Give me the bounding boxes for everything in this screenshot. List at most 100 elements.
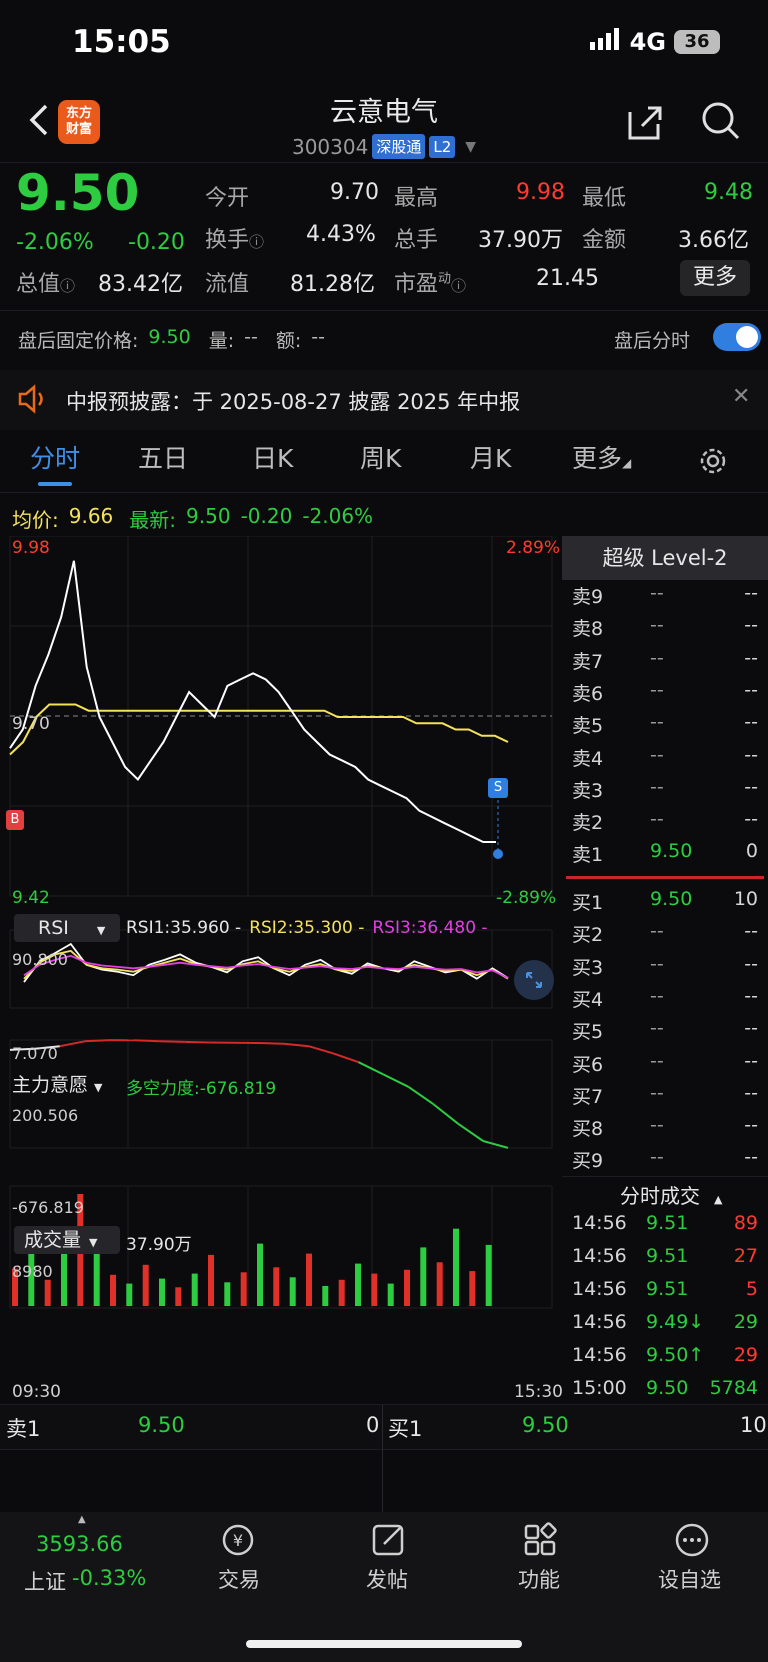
ask-row[interactable]: 卖3 -- --: [570, 776, 768, 808]
trade-price: 9.51: [646, 1278, 689, 1300]
ask-row[interactable]: 卖9 -- --: [570, 582, 768, 614]
trades-title[interactable]: 分时成交 ▲: [620, 1180, 722, 1209]
nav-watchlist[interactable]: 设自选: [658, 1564, 721, 1594]
bid-row[interactable]: 买2 -- --: [570, 920, 768, 952]
open-value: 9.70: [330, 180, 379, 205]
bid-row[interactable]: 买9 -- --: [570, 1146, 768, 1178]
share-button[interactable]: [624, 102, 666, 148]
ask-row[interactable]: 卖2 -- --: [570, 808, 768, 840]
trade-time: 14:56: [572, 1344, 627, 1366]
avg-label: 均价:: [12, 508, 59, 532]
post-icon[interactable]: [370, 1522, 410, 1558]
ask-row[interactable]: 卖5 -- --: [570, 711, 768, 743]
ask-row[interactable]: 卖8 -- --: [570, 614, 768, 646]
more-button[interactable]: 更多: [680, 260, 750, 296]
open-label: 今开: [205, 186, 250, 211]
bid-row[interactable]: 买1 9.50 10: [570, 888, 768, 920]
mainforce-segment: [482, 1140, 509, 1149]
bid-volume: --: [744, 920, 758, 943]
mainforce-selector[interactable]: 主力意愿 ▼: [12, 1070, 102, 1097]
volume-bar: [110, 1274, 116, 1306]
sell-marker[interactable]: S: [488, 778, 508, 798]
volume-bar: [273, 1267, 280, 1306]
tab-intraday[interactable]: 分时: [30, 436, 80, 482]
bid-row[interactable]: 买8 -- --: [570, 1114, 768, 1146]
trade-price: 9.50: [646, 1377, 689, 1399]
tab-monthly-k[interactable]: 月K: [470, 436, 511, 482]
tab-weekly-k[interactable]: 周K: [360, 436, 401, 482]
index-value[interactable]: 3593.66: [36, 1532, 123, 1556]
bid-label: 买4: [572, 988, 604, 1011]
stock-code: 300304: [291, 134, 369, 159]
nav-post[interactable]: 发帖: [366, 1564, 408, 1594]
expand-button[interactable]: [514, 960, 554, 1000]
bid-row[interactable]: 买6 -- --: [570, 1050, 768, 1082]
settings-button[interactable]: [698, 446, 728, 480]
bid-row[interactable]: 买4 -- --: [570, 985, 768, 1017]
volume-bar: [387, 1283, 394, 1306]
volume-bar: [404, 1269, 410, 1306]
bid-label: 买5: [572, 1021, 604, 1044]
amount-label: 金额: [582, 228, 627, 253]
after-hours-toggle[interactable]: [713, 323, 761, 351]
ask-row[interactable]: 卖1 9.50 0: [570, 840, 768, 872]
tab-more[interactable]: 更多◢: [572, 436, 631, 486]
trade-price: 9.51: [646, 1245, 689, 1267]
float-mcap-label: 流值: [205, 272, 250, 297]
buy-marker[interactable]: B: [6, 810, 24, 830]
gear-icon: [700, 448, 726, 474]
book-ask-vol: 0: [366, 1413, 380, 1437]
trade-volume: 29: [733, 1311, 758, 1333]
volume-bar: [306, 1253, 312, 1306]
nav-functions[interactable]: 功能: [518, 1564, 560, 1594]
active-tab-indicator: [38, 482, 72, 486]
last-label: 最新:: [129, 508, 177, 532]
index-change: -0.33%: [72, 1566, 147, 1590]
tab-daily-k[interactable]: 日K: [252, 436, 293, 482]
volume-bar: [420, 1247, 427, 1306]
avg-price-line: [9, 703, 509, 756]
rsi-selector[interactable]: RSI ▼: [14, 914, 120, 942]
functions-icon[interactable]: [522, 1522, 562, 1558]
watchlist-icon[interactable]: [672, 1522, 712, 1558]
close-icon[interactable]: ✕: [732, 384, 750, 409]
price-line: [9, 560, 496, 843]
trade-time: 14:56: [572, 1212, 627, 1234]
ask-row[interactable]: 卖6 -- --: [570, 679, 768, 711]
search-button[interactable]: [700, 100, 742, 146]
ask-row[interactable]: 卖7 -- --: [570, 647, 768, 679]
bid-row[interactable]: 买7 -- --: [570, 1082, 768, 1114]
trade-row: 14:56 9.50↑ 29: [570, 1344, 768, 1376]
volume-bar: [93, 1252, 100, 1306]
index-line[interactable]: 上证 -0.33%: [24, 1566, 146, 1596]
price-y-mid: 9.70: [12, 714, 50, 734]
caret-up-icon: ▲: [78, 1514, 86, 1525]
tab-five-day[interactable]: 五日: [138, 436, 188, 482]
volume-selector[interactable]: 成交量 ▼: [14, 1226, 120, 1254]
trade-row: 14:56 9.51 89: [570, 1212, 768, 1244]
signal-icon: [589, 28, 622, 56]
volume-bar: [159, 1278, 165, 1306]
trade-time: 14:56: [572, 1245, 627, 1267]
change-pct: -2.06%: [16, 230, 94, 255]
nav-trade[interactable]: 交易: [218, 1564, 260, 1594]
level2-title[interactable]: 超级 Level-2: [562, 536, 768, 580]
notice-banner[interactable]: 中报预披露：于 2025-08-27 披露 2025 年中报 ✕: [0, 370, 768, 430]
divider: [562, 1176, 768, 1177]
volume-bar: [240, 1272, 247, 1306]
dropdown-icon[interactable]: ▼: [465, 139, 476, 155]
bid-row[interactable]: 买3 -- --: [570, 953, 768, 985]
bid-row[interactable]: 买5 -- --: [570, 1017, 768, 1049]
mainforce-segment: [59, 1040, 85, 1048]
volume-bar: [257, 1243, 263, 1306]
mainforce-segment: [159, 1040, 185, 1043]
rsi1-value: RSI1:35.960 -: [126, 918, 242, 938]
book-bid-price: 9.50: [522, 1413, 569, 1437]
price-y-bottom: 9.42: [12, 888, 50, 908]
volume-bar: [469, 1271, 476, 1306]
chart-area[interactable]: [0, 536, 562, 1382]
ask-row[interactable]: 卖4 -- --: [570, 744, 768, 776]
mainforce-segment: [258, 1042, 284, 1045]
bid-price: --: [650, 1081, 664, 1104]
trade-icon[interactable]: ¥: [214, 1522, 262, 1558]
